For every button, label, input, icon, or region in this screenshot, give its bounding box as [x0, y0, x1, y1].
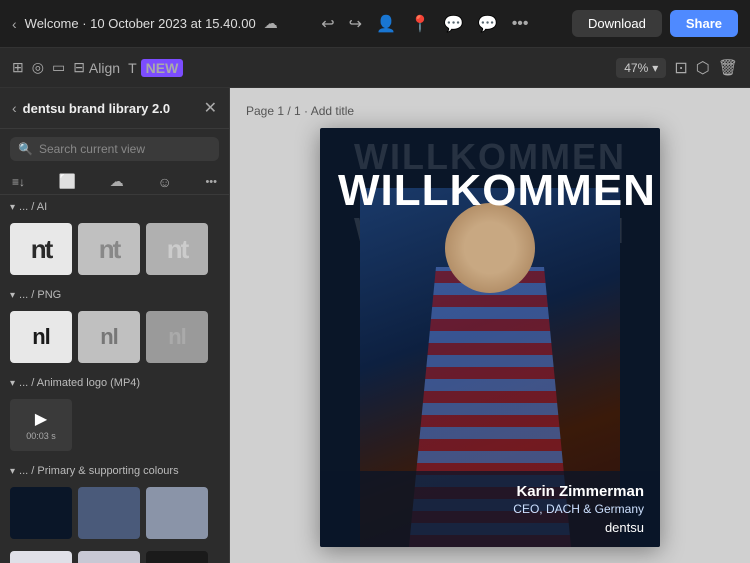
list-item[interactable]: ▶ 00:03 s: [10, 399, 72, 451]
section-ai-header[interactable]: ▾ ... / AI: [0, 195, 229, 219]
document-title: Welcome · 10 October 2023 at 15.40.00: [25, 16, 256, 31]
sidebar-toolbar: ≡↓ ⬜ ☁ ☺ •••: [0, 169, 229, 195]
user-icon[interactable]: 👤: [376, 14, 396, 34]
sidebar-back-icon[interactable]: ‹: [12, 100, 17, 116]
section-animated-label: ... / Animated logo (MP4): [19, 377, 140, 389]
chevron-down-icon: ▾: [10, 466, 15, 477]
sort-icon[interactable]: ≡↓: [12, 175, 25, 189]
zoom-control[interactable]: 47% ▾: [616, 58, 666, 78]
png-asset-grid: nl nl nl: [0, 307, 229, 371]
cloud-icon: ☁: [264, 15, 278, 32]
page-icon[interactable]: ⊡: [674, 58, 687, 78]
share-button[interactable]: Share: [670, 10, 738, 37]
text-icon: T: [128, 60, 137, 76]
top-bar-right: Download Share: [572, 10, 738, 37]
search-icon: 🔍: [18, 142, 33, 156]
face-icon[interactable]: ☺: [157, 174, 171, 190]
search-box[interactable]: 🔍: [10, 137, 219, 161]
second-toolbar: ⊞ ◎ ▭ ⊟ Align T NEW 47% ▾ ⊡ ⬡ 🗑: [0, 48, 750, 88]
redo-icon[interactable]: ↪: [349, 14, 362, 34]
sidebar-header: ‹ dentsu brand library 2.0 ✕: [0, 88, 229, 129]
share-comment-icon[interactable]: 💬: [478, 14, 498, 34]
top-bar-left: ‹ Welcome · 10 October 2023 at 15.40.00 …: [12, 15, 278, 32]
section-colors-label: ... / Primary & supporting colours: [19, 465, 179, 477]
main-area: ‹ dentsu brand library 2.0 ✕ 🔍 ≡↓ ⬜ ☁ ☺ …: [0, 88, 750, 563]
trash-icon[interactable]: 🗑: [718, 58, 738, 78]
small-swatches: [0, 547, 229, 563]
circle-icon[interactable]: ◎: [32, 59, 44, 76]
search-input[interactable]: [39, 142, 211, 156]
sidebar-content: ▾ ... / AI nt nt nt ▾ ... / PNG: [0, 195, 229, 563]
list-item[interactable]: [146, 487, 208, 539]
list-item[interactable]: [78, 487, 140, 539]
location-icon[interactable]: 📍: [410, 14, 430, 34]
list-item[interactable]: nl: [10, 311, 72, 363]
section-png-label: ... / PNG: [19, 289, 61, 301]
second-bar-left: ⊞ ◎ ▭ ⊟ Align T NEW: [12, 59, 183, 77]
view-icon[interactable]: ⬜: [59, 173, 76, 190]
list-item[interactable]: nl: [146, 311, 208, 363]
animated-asset-grid: ▶ 00:03 s: [0, 395, 229, 459]
undo-icon[interactable]: ↩: [321, 14, 334, 34]
canvas-card[interactable]: WILLKOMMEN WILLKOMMEN WILLKOMMEN Karin Z…: [320, 128, 660, 547]
list-item[interactable]: [10, 487, 72, 539]
section-ai-label: ... / AI: [19, 201, 47, 213]
more-icon[interactable]: •••: [512, 15, 529, 33]
color-swatches: [0, 483, 229, 547]
chevron-down-icon: ▾: [10, 378, 15, 389]
align-icon: ⊟: [73, 59, 85, 76]
second-bar-right: 47% ▾ ⊡ ⬡ 🗑: [616, 58, 738, 78]
page-label: Page 1 / 1 · Add title: [246, 104, 354, 118]
person-title: CEO, DACH & Germany: [336, 502, 644, 516]
top-bar-center: ↩ ↪ 👤 📍 💬 💬 •••: [321, 14, 528, 34]
align-label: Align: [89, 60, 120, 76]
zoom-chevron-icon: ▾: [652, 61, 658, 75]
align-button[interactable]: ⊟ Align: [73, 59, 120, 76]
text-area-control[interactable]: T NEW: [128, 59, 183, 77]
top-bar: ‹ Welcome · 10 October 2023 at 15.40.00 …: [0, 0, 750, 48]
section-animated-header[interactable]: ▾ ... / Animated logo (MP4): [0, 371, 229, 395]
play-icon: ▶: [35, 409, 47, 429]
section-png-header[interactable]: ▾ ... / PNG: [0, 283, 229, 307]
zoom-value: 47%: [624, 61, 648, 75]
list-item[interactable]: nl: [78, 311, 140, 363]
comment-icon[interactable]: 💬: [444, 14, 464, 34]
willkommen-main: WILLKOMMEN: [320, 166, 660, 216]
top-bar-actions: ↩ ↪ 👤 📍 💬 💬 •••: [321, 14, 528, 34]
ai-asset-grid: nt nt nt: [0, 219, 229, 283]
upload-icon[interactable]: ☁: [110, 173, 124, 190]
new-badge: NEW: [141, 59, 184, 77]
person-face: [445, 203, 535, 293]
grid-icon[interactable]: ⊞: [12, 59, 24, 76]
rect-icon[interactable]: ▭: [52, 59, 65, 76]
token-icon[interactable]: ⬡: [696, 58, 710, 78]
card-info-overlay: Karin Zimmerman CEO, DACH & Germany dent…: [320, 471, 660, 547]
list-item[interactable]: nt: [78, 223, 140, 275]
list-item[interactable]: [10, 551, 72, 563]
video-duration: 00:03 s: [26, 431, 56, 441]
sidebar: ‹ dentsu brand library 2.0 ✕ 🔍 ≡↓ ⬜ ☁ ☺ …: [0, 88, 230, 563]
more-sidebar-icon[interactable]: •••: [205, 176, 217, 188]
download-button[interactable]: Download: [572, 10, 662, 37]
person-name: Karin Zimmerman: [336, 483, 644, 500]
sidebar-header-left: ‹ dentsu brand library 2.0: [12, 100, 170, 116]
list-item[interactable]: nt: [146, 223, 208, 275]
list-item[interactable]: nt: [10, 223, 72, 275]
list-item[interactable]: [78, 551, 140, 563]
chevron-down-icon: ▾: [10, 290, 15, 301]
list-item[interactable]: [146, 551, 208, 563]
back-arrow-icon[interactable]: ‹: [12, 16, 17, 32]
sidebar-title: dentsu brand library 2.0: [23, 101, 170, 116]
sidebar-close-icon[interactable]: ✕: [204, 98, 217, 118]
chevron-down-icon: ▾: [10, 202, 15, 213]
canvas-area: Page 1 / 1 · Add title WILLKOMMEN WILLKO…: [230, 88, 750, 563]
brand-name: dentsu: [336, 520, 644, 535]
section-colors-header[interactable]: ▾ ... / Primary & supporting colours: [0, 459, 229, 483]
